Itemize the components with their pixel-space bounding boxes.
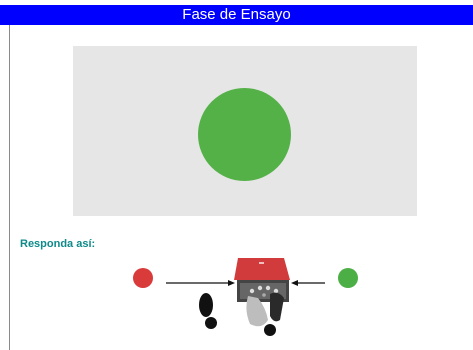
instruction-label: Responda así: [20, 238, 96, 250]
response-diagram [133, 258, 358, 336]
arrow-left-icon [291, 280, 325, 286]
red-circle-icon [133, 268, 153, 288]
green-circle-icon [338, 268, 358, 288]
stimulus-circle [198, 88, 291, 181]
stimulus-area [73, 46, 417, 216]
arrow-right-icon [166, 280, 235, 286]
window-title: Fase de Ensayo [0, 5, 473, 25]
